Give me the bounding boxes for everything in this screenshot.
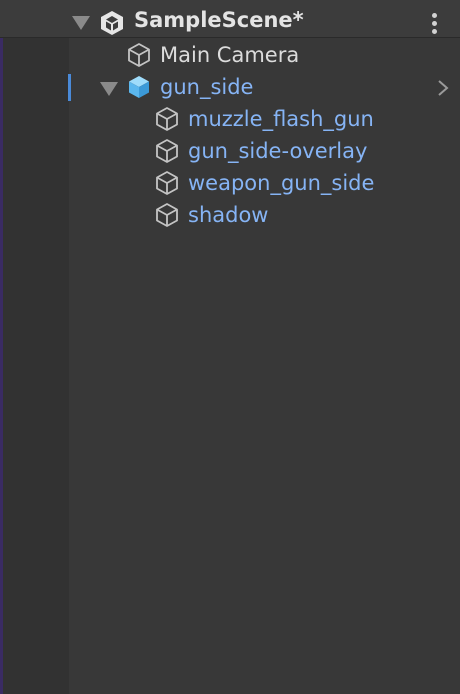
gameobject-icon	[156, 203, 178, 227]
hierarchy-item-label: gun_side	[160, 75, 254, 99]
hierarchy-item-label: shadow	[188, 203, 269, 227]
hierarchy-item-label: muzzle_flash_gun	[188, 107, 374, 131]
hierarchy-item-gun-side-overlay[interactable]: gun_side-overlay	[0, 135, 460, 167]
gameobject-icon	[156, 107, 178, 131]
gameobject-icon	[128, 43, 150, 67]
gameobject-icon	[156, 171, 178, 195]
prefab-icon	[129, 76, 149, 98]
chevron-right-icon[interactable]	[436, 79, 450, 97]
scene-collapse-arrow-icon[interactable]	[72, 16, 90, 30]
hierarchy-item-main-camera[interactable]: Main Camera	[0, 39, 460, 71]
hierarchy-item-gun-side[interactable]: gun_side	[0, 71, 460, 103]
expand-arrow-icon[interactable]	[100, 82, 118, 96]
hierarchy-item-label: gun_side-overlay	[188, 139, 368, 163]
scene-header[interactable]: SampleScene*	[0, 0, 460, 38]
unity-logo-icon	[101, 11, 123, 35]
hierarchy-item-muzzle-flash-gun[interactable]: muzzle_flash_gun	[0, 103, 460, 135]
gameobject-icon	[156, 139, 178, 163]
hierarchy-item-label: weapon_gun_side	[188, 171, 375, 195]
scene-name: SampleScene*	[134, 8, 304, 32]
kebab-menu-icon[interactable]	[428, 10, 442, 36]
hierarchy-item-weapon-gun-side[interactable]: weapon_gun_side	[0, 167, 460, 199]
hierarchy-item-label: Main Camera	[160, 43, 300, 67]
hierarchy-item-shadow[interactable]: shadow	[0, 199, 460, 231]
